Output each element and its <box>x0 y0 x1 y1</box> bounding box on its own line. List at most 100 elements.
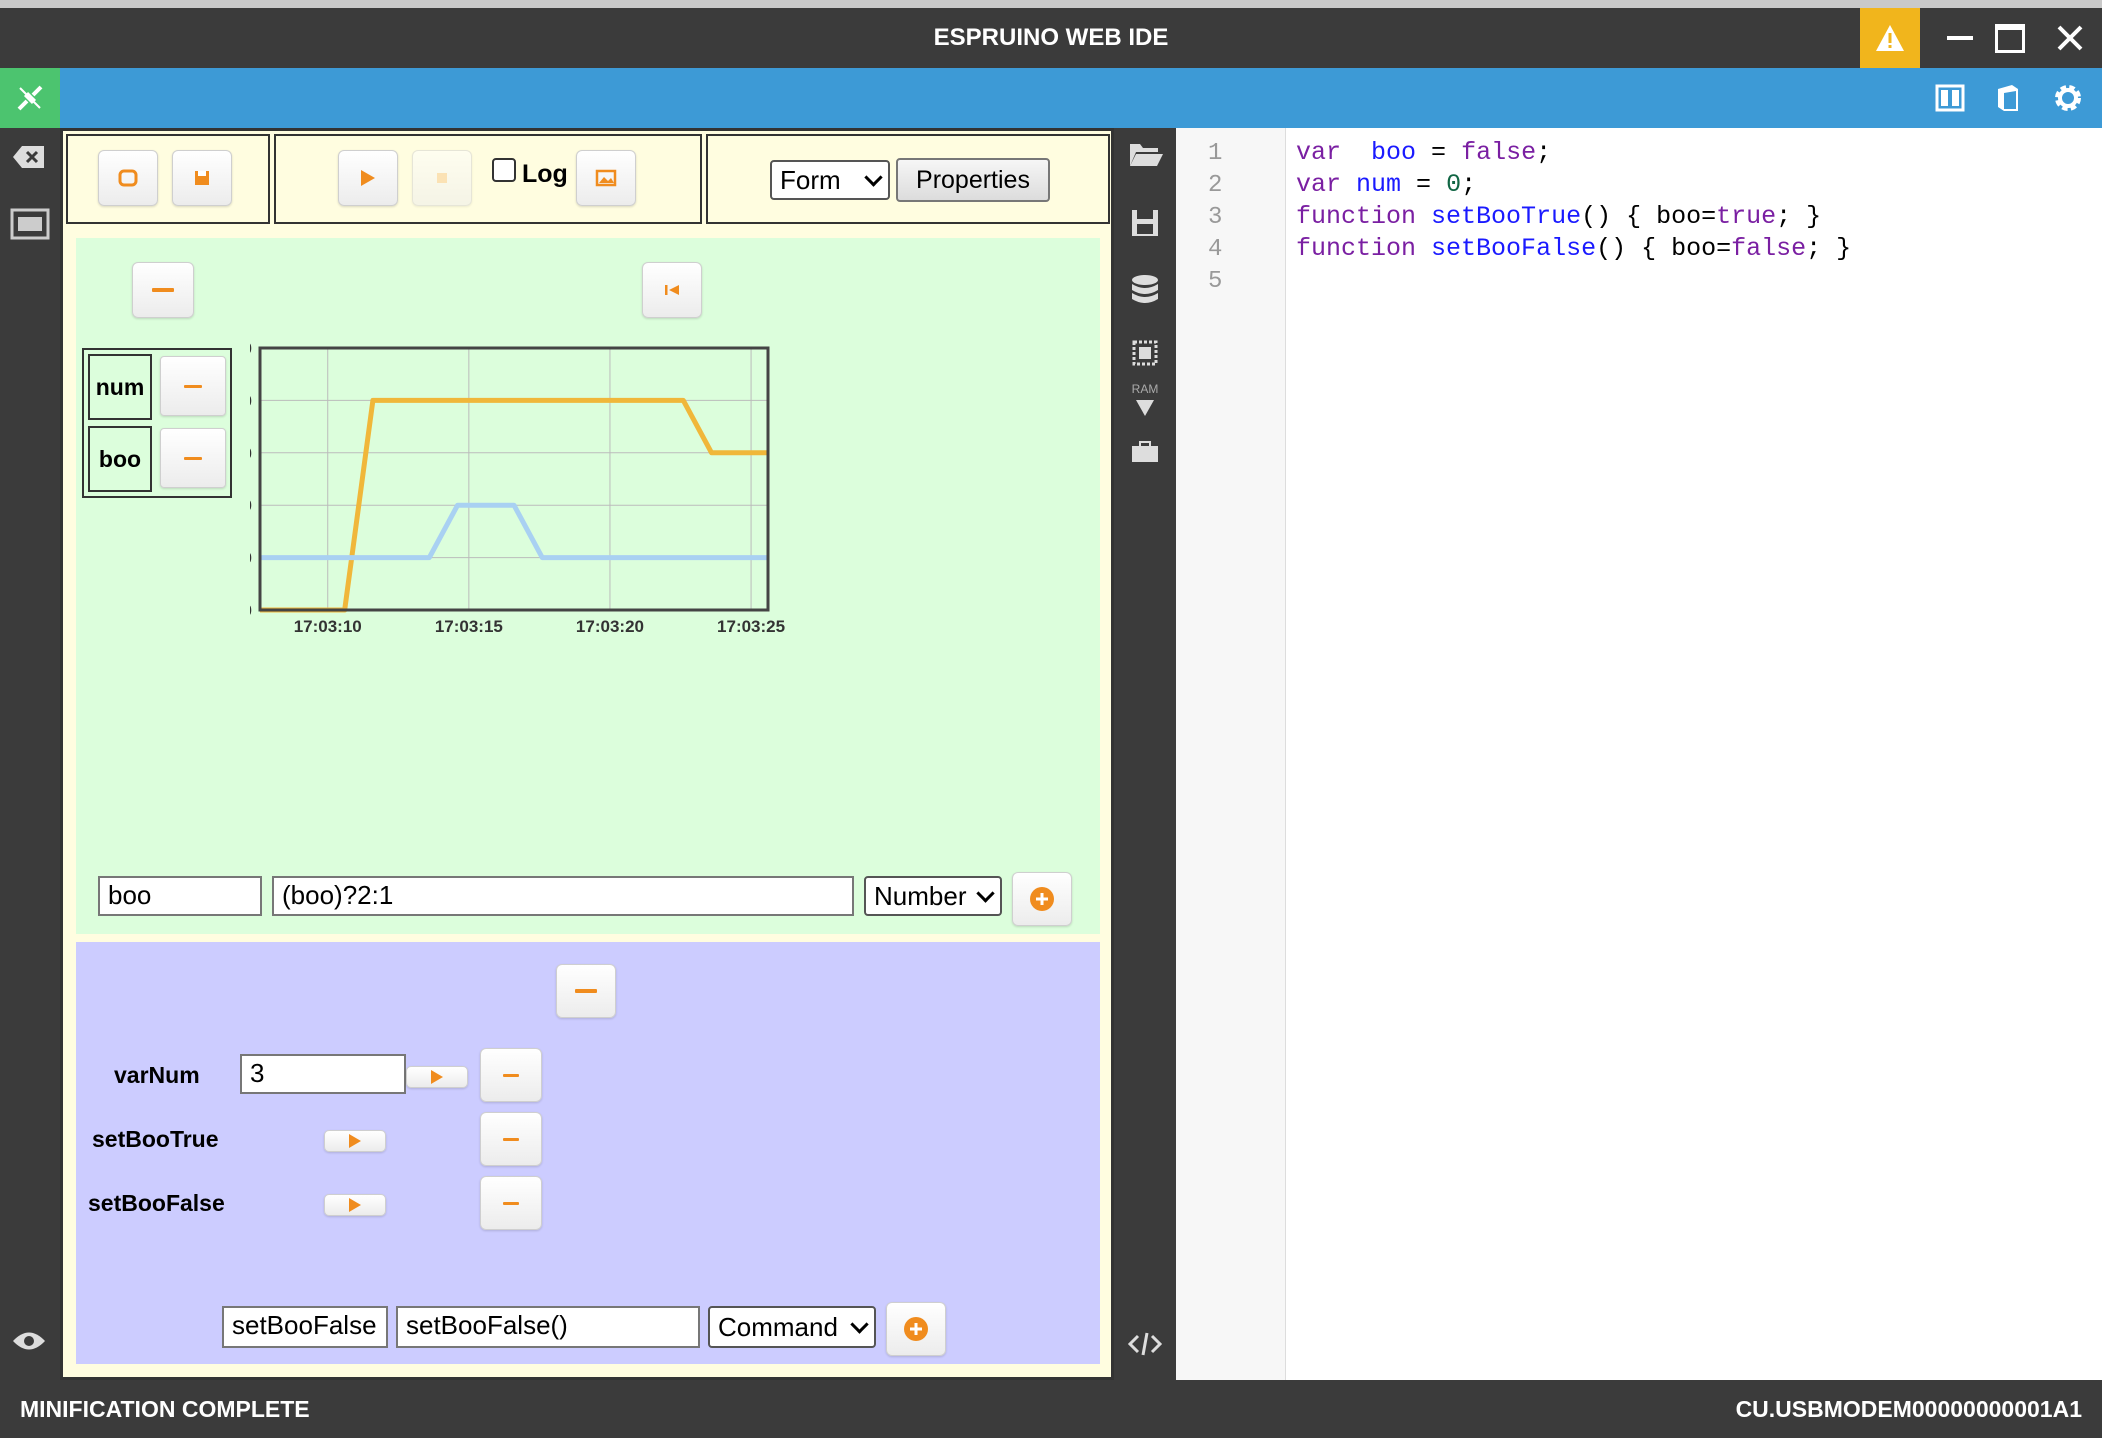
add-command-button[interactable] <box>886 1302 946 1356</box>
properties-button[interactable]: Properties <box>896 158 1050 202</box>
clear-terminal-button[interactable] <box>12 144 48 174</box>
chevron-down-icon <box>976 883 995 903</box>
view-toggle-button[interactable] <box>12 1330 48 1354</box>
chart-rewind-button[interactable] <box>642 262 702 318</box>
middle-sidebar: RAM <box>1114 128 1176 1380</box>
cmd-name-input[interactable]: setBooFalse <box>222 1306 388 1348</box>
board-button[interactable] <box>1130 338 1162 370</box>
form-select[interactable]: Form <box>770 160 890 200</box>
minus-icon <box>152 288 174 292</box>
status-message: MINIFICATION COMPLETE <box>20 1396 310 1422</box>
code-token: 0 <box>1446 170 1462 199</box>
warning-button[interactable] <box>1860 8 1920 68</box>
log-checkbox[interactable] <box>492 158 516 182</box>
command-collapse-button[interactable] <box>556 964 616 1018</box>
chevron-down-icon <box>850 1314 869 1334</box>
connect-button[interactable] <box>0 68 60 128</box>
run-set-boo-true-button[interactable] <box>324 1130 386 1152</box>
minus-icon <box>184 456 202 460</box>
remove-var-num-command-button[interactable] <box>480 1048 542 1102</box>
remove-set-boo-true-button[interactable] <box>480 1112 542 1166</box>
stop-button[interactable] <box>412 150 472 206</box>
minus-icon <box>184 384 202 388</box>
code-icon <box>1127 1332 1163 1356</box>
chart-collapse-button[interactable] <box>132 262 194 318</box>
run-var-num-button[interactable] <box>406 1066 468 1088</box>
maximize-button[interactable] <box>1985 8 2035 68</box>
code-token: function <box>1296 202 1417 231</box>
var-expression-input[interactable]: (boo)?2:1 <box>272 876 854 916</box>
code-token: setBooTrue <box>1431 202 1582 231</box>
floppy-icon <box>195 171 209 185</box>
start-button[interactable] <box>338 150 398 206</box>
load-button[interactable] <box>98 150 158 206</box>
toolbox-button[interactable] <box>1130 440 1162 468</box>
code-token: () { boo= <box>1596 234 1732 263</box>
command-label: setBooTrue <box>92 1126 219 1152</box>
warning-icon <box>1876 25 1904 51</box>
y-tick-label: 3.0 <box>250 444 252 463</box>
code-line: var boo = false; <box>1296 138 1551 167</box>
line-number: 4 <box>1208 236 1223 263</box>
minimize-button[interactable] <box>1935 8 1985 68</box>
y-tick-label: 0.0 <box>250 601 252 620</box>
connection-port: CU.USBMODEM00000000001A1 <box>1735 1396 2082 1422</box>
y-tick-label: 4.0 <box>250 391 252 410</box>
storage-button[interactable] <box>1130 274 1162 308</box>
play-icon <box>361 170 375 186</box>
open-file-button[interactable] <box>1128 140 1164 172</box>
plus-circle-icon <box>1030 887 1054 911</box>
code-line: function setBooTrue() { boo=true; } <box>1296 202 1821 231</box>
ram-label: RAM <box>1131 382 1159 396</box>
save-button[interactable] <box>172 150 232 206</box>
remove-var-boo-button[interactable] <box>160 428 226 488</box>
toolbar-group-file <box>66 134 270 224</box>
var-name-cell: boo <box>88 426 152 492</box>
y-tick-label: 2.0 <box>250 496 252 515</box>
graphical-editor-toggle[interactable] <box>10 208 50 242</box>
y-tick-label: 5.0 <box>250 339 252 358</box>
left-sidebar <box>0 128 60 1380</box>
code-token: () { boo= <box>1581 202 1717 231</box>
add-variable-button[interactable] <box>1012 872 1072 926</box>
image-button[interactable] <box>576 150 636 206</box>
var-name-input[interactable]: boo <box>98 876 262 916</box>
play-icon <box>349 1134 361 1148</box>
code-view-button[interactable] <box>1127 1330 1164 1360</box>
split-view-button[interactable] <box>1932 80 1968 116</box>
remove-var-num-button[interactable] <box>160 356 226 416</box>
save-file-button[interactable] <box>1130 208 1162 240</box>
load-icon <box>118 169 138 187</box>
x-tick-label: 17:03:15 <box>435 617 503 636</box>
code-token: false <box>1461 138 1537 167</box>
var-type-select[interactable]: Number <box>864 876 1002 916</box>
toolbar-group-run: Log <box>274 134 702 224</box>
cmd-type-select[interactable]: Command <box>708 1306 876 1348</box>
plus-circle-icon <box>904 1317 928 1341</box>
code-editor[interactable] <box>1176 128 2102 1380</box>
code-line: var num = 0; <box>1296 170 1476 199</box>
database-icon <box>1132 275 1158 303</box>
toolbar-group-form: Form Properties <box>706 134 1110 224</box>
maximize-icon <box>1995 23 2025 53</box>
chevron-down-icon <box>864 167 883 187</box>
columns-icon <box>1935 84 1965 112</box>
send-to-ram-button[interactable] <box>1136 400 1156 418</box>
code-token: boo <box>1371 138 1417 167</box>
skip-back-icon <box>665 285 679 295</box>
remove-set-boo-false-button[interactable] <box>480 1176 542 1230</box>
minus-icon <box>575 989 597 993</box>
code-token: setBooFalse <box>1431 234 1597 263</box>
reference-button[interactable] <box>1990 80 2026 116</box>
line-number-gutter <box>1176 128 1286 1380</box>
cmd-expression-input[interactable]: setBooFalse() <box>396 1306 700 1348</box>
settings-button[interactable] <box>2050 80 2086 116</box>
book-icon <box>1998 85 2018 111</box>
run-set-boo-false-button[interactable] <box>324 1194 386 1216</box>
var-num-input[interactable]: 3 <box>240 1054 406 1094</box>
close-window-button[interactable] <box>2045 8 2095 68</box>
code-token: ; <box>1461 170 1477 199</box>
code-token: var <box>1296 138 1342 167</box>
